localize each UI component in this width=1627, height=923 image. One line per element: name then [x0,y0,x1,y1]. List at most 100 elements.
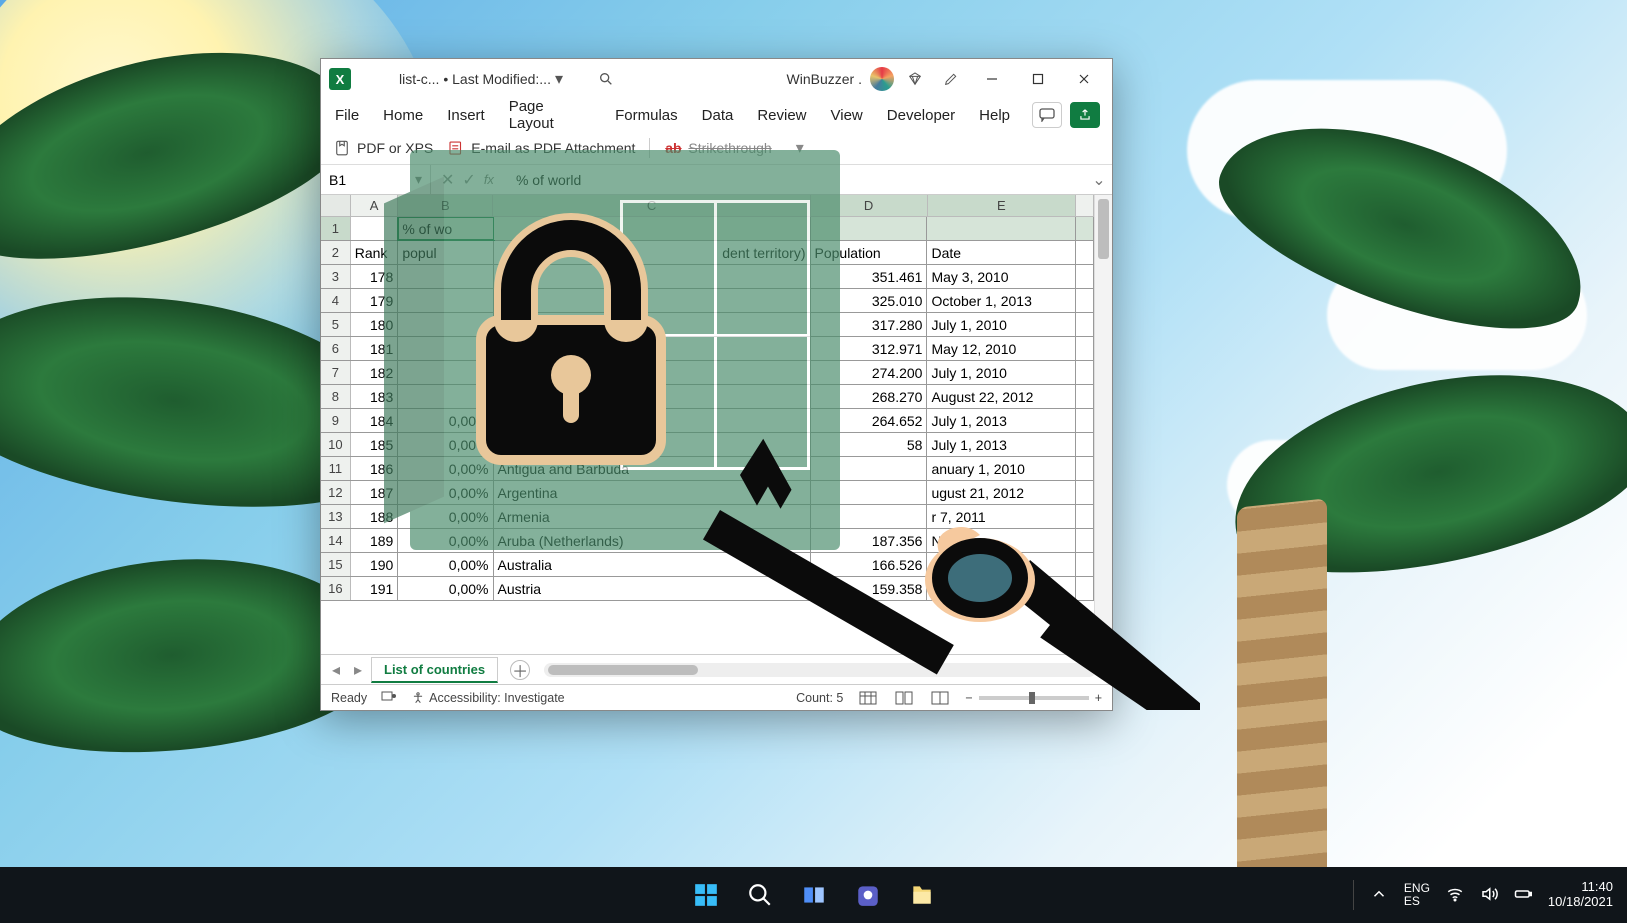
cell[interactable] [398,337,493,360]
cell[interactable]: 187 [351,481,399,504]
cell[interactable] [494,217,811,240]
cell[interactable]: 185 [351,433,399,456]
tab-file[interactable]: File [333,103,361,128]
cell[interactable]: 166.526 [811,553,928,576]
table-row[interactable]: 121870,00%Argentinaugust 21, 2012 [321,481,1094,505]
table-row[interactable]: 141890,00%Aruba (Netherlands)187.356N [321,529,1094,553]
row-header[interactable]: 1 [321,217,351,240]
table-row[interactable]: 151900,00%Australia166.526Ma [321,553,1094,577]
qat-dropdown-icon[interactable]: ▾ [796,138,804,158]
cell[interactable]: Australia [494,553,811,576]
row-header[interactable]: 7 [321,361,351,384]
cell[interactable]: 182 [351,361,399,384]
cell[interactable]: 0,00% [398,505,493,528]
tab-help[interactable]: Help [977,103,1012,128]
row-header[interactable]: 2 [321,241,351,264]
tab-home[interactable]: Home [381,103,425,128]
cell[interactable]: 186 [351,457,399,480]
cell[interactable]: 190 [351,553,399,576]
cell[interactable]: 191 [351,577,399,600]
cancel-formula-icon[interactable]: ✕ [441,170,454,190]
column-header-a[interactable]: A [351,195,399,216]
table-row[interactable]: 7182SA)274.200July 1, 2010 [321,361,1094,385]
sheet-tab[interactable]: List of countries [371,657,498,683]
scrollbar-thumb[interactable] [548,665,698,675]
taskbar[interactable]: ENGES 11:4010/18/2021 [0,867,1627,923]
cell[interactable]: July 1, 2010 [927,313,1076,336]
wifi-icon[interactable] [1446,885,1464,906]
tab-view[interactable]: View [829,103,865,128]
user-name[interactable]: WinBuzzer . [787,71,862,87]
cell[interactable]: Date [927,241,1076,264]
cell[interactable] [398,313,493,336]
cell[interactable] [398,385,493,408]
cell[interactable]: 58 [811,433,928,456]
tab-developer[interactable]: Developer [885,103,957,128]
row-header[interactable]: 12 [321,481,351,504]
cell[interactable] [1076,313,1094,336]
cell[interactable] [1076,409,1094,432]
row-header[interactable]: 3 [321,265,351,288]
row-header[interactable]: 6 [321,337,351,360]
cell[interactable] [1076,457,1094,480]
cell[interactable]: July 1, 2013 [927,433,1076,456]
cell[interactable] [927,217,1076,240]
table-row[interactable]: 1 % of wo [321,217,1094,241]
cell[interactable]: May 3, 2010 [927,265,1076,288]
cell[interactable]: Armenia [494,505,811,528]
cell[interactable] [1076,361,1094,384]
start-button[interactable] [684,875,728,915]
cell[interactable]: ani [494,313,811,336]
vertical-scrollbar[interactable] [1094,195,1112,654]
row-header[interactable]: 8 [321,385,351,408]
cell[interactable]: July 1, 2013 [927,409,1076,432]
cell[interactable] [1076,289,1094,312]
cell[interactable] [1076,217,1094,240]
chat-icon[interactable] [846,875,890,915]
cell[interactable]: dent territory) [494,241,811,264]
cell[interactable]: May 12, 2010 [927,337,1076,360]
tab-page-layout[interactable]: Page Layout [507,94,593,136]
cell[interactable]: Rank [351,241,399,264]
cell[interactable]: 0,00% [398,481,493,504]
table-row[interactable]: 6181312.971May 12, 2010 [321,337,1094,361]
cell[interactable]: anuary 1, 2010 [927,457,1076,480]
cell[interactable]: Antigua and Barbuda [494,457,811,480]
cell[interactable]: 351.461 [811,265,928,288]
column-header-extra[interactable] [1076,195,1094,216]
sheet-nav-next-icon[interactable]: ▸ [349,661,367,679]
cell[interactable]: April 1, [927,577,1076,600]
volume-icon[interactable] [1480,885,1498,906]
user-avatar-icon[interactable] [870,67,894,91]
cell[interactable]: 188 [351,505,399,528]
cell[interactable]: October 1, 2013 [927,289,1076,312]
cell[interactable] [1076,553,1094,576]
cell[interactable] [494,265,811,288]
tab-review[interactable]: Review [755,103,808,128]
column-header-b[interactable]: B [398,195,493,216]
cell[interactable]: 189 [351,529,399,552]
table-row[interactable]: 131880,00%Armeniar 7, 2011 [321,505,1094,529]
table-row[interactable]: 161910,00%Austria159.358April 1, [321,577,1094,601]
scrollbar-thumb[interactable] [1098,199,1109,259]
cell[interactable]: 0,00% [398,577,493,600]
normal-view-icon[interactable] [857,689,879,707]
cell[interactable]: August 22, 2012 [927,385,1076,408]
cell[interactable] [494,337,811,360]
search-icon[interactable] [591,64,621,94]
cell[interactable]: Argentina [494,481,811,504]
cell[interactable]: Population [811,241,928,264]
language-indicator[interactable]: ENGES [1404,882,1430,908]
zoom-out-icon[interactable]: − [965,691,972,705]
cell[interactable] [1076,385,1094,408]
cell[interactable]: 274.200 [811,361,928,384]
cell[interactable]: 325.010 [811,289,928,312]
cell[interactable]: 0,00% [398,433,493,456]
minimize-button[interactable] [972,64,1012,94]
cell[interactable]: 0,00% [398,409,493,432]
cell[interactable] [494,385,811,408]
cell[interactable]: 0,00% [398,457,493,480]
titlebar[interactable]: X list-c... • Last Modified:... ▾ WinBuz… [321,59,1112,99]
column-header-c[interactable]: C [493,195,810,216]
share-button[interactable] [1070,102,1100,128]
